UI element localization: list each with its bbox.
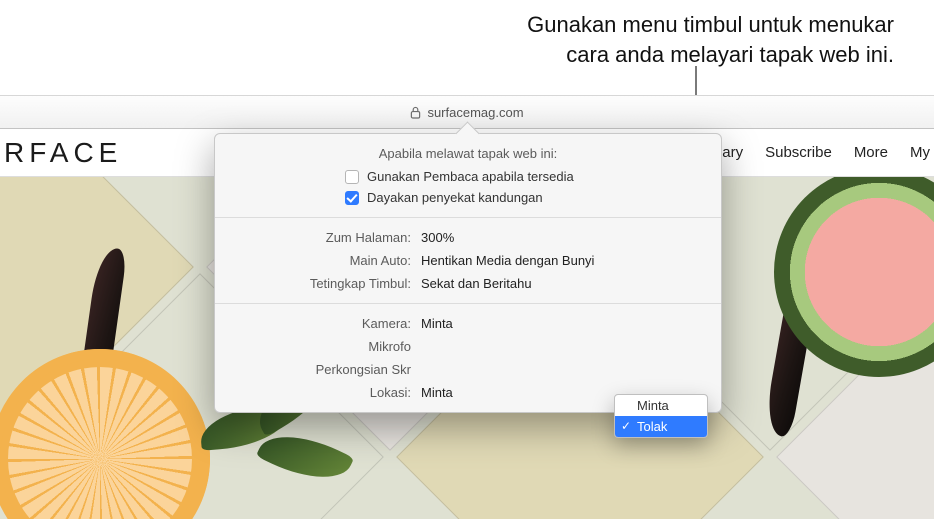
site-logo: RFACE: [0, 137, 122, 169]
checkbox-icon: [345, 191, 359, 205]
address-bar[interactable]: surfacemag.com: [410, 105, 523, 120]
reader-checkbox-row[interactable]: Gunakan Pembaca apabila tersedia: [345, 169, 705, 184]
popup-windows-value[interactable]: Sekat dan Beritahu: [421, 276, 705, 291]
popup-windows-label: Tetingkap Timbul:: [231, 276, 411, 291]
camera-label: Kamera:: [231, 316, 411, 331]
checkbox-icon: [345, 170, 359, 184]
dropdown-option-ask[interactable]: Minta: [615, 395, 707, 416]
popover-title: Apabila melawat tapak web ini:: [215, 134, 721, 169]
check-icon: ✓: [621, 419, 631, 433]
autoplay-label: Main Auto:: [231, 253, 411, 268]
reader-checkbox-label: Gunakan Pembaca apabila tersedia: [367, 169, 574, 184]
microphone-label: Mikrofo: [231, 339, 411, 354]
permission-dropdown-menu[interactable]: Minta ✓ Tolak: [614, 394, 708, 438]
site-nav: rary Subscribe More My: [717, 144, 930, 161]
content-blocker-checkbox-label: Dayakan penyekat kandungan: [367, 190, 543, 205]
location-label: Lokasi:: [231, 385, 411, 400]
callout-line2: cara anda melayari tapak web ini.: [0, 40, 894, 70]
nav-link[interactable]: More: [854, 144, 888, 161]
content-blocker-checkbox-row[interactable]: Dayakan penyekat kandungan: [345, 190, 705, 205]
screen-sharing-label: Perkongsian Skr: [231, 362, 411, 377]
nav-link[interactable]: My: [910, 144, 930, 161]
nav-link[interactable]: Subscribe: [765, 144, 832, 161]
lock-icon: [410, 106, 421, 119]
address-domain: surfacemag.com: [427, 105, 523, 120]
website-settings-popover: Apabila melawat tapak web ini: Gunakan P…: [214, 133, 722, 413]
zoom-label: Zum Halaman:: [231, 230, 411, 245]
callout-caption: Gunakan menu timbul untuk menukar cara a…: [0, 10, 894, 69]
callout-line1: Gunakan menu timbul untuk menukar: [0, 10, 894, 40]
camera-value[interactable]: Minta: [421, 316, 705, 331]
autoplay-value[interactable]: Hentikan Media dengan Bunyi: [421, 253, 705, 268]
zoom-value[interactable]: 300%: [421, 230, 705, 245]
dropdown-option-deny[interactable]: ✓ Tolak: [615, 416, 707, 437]
